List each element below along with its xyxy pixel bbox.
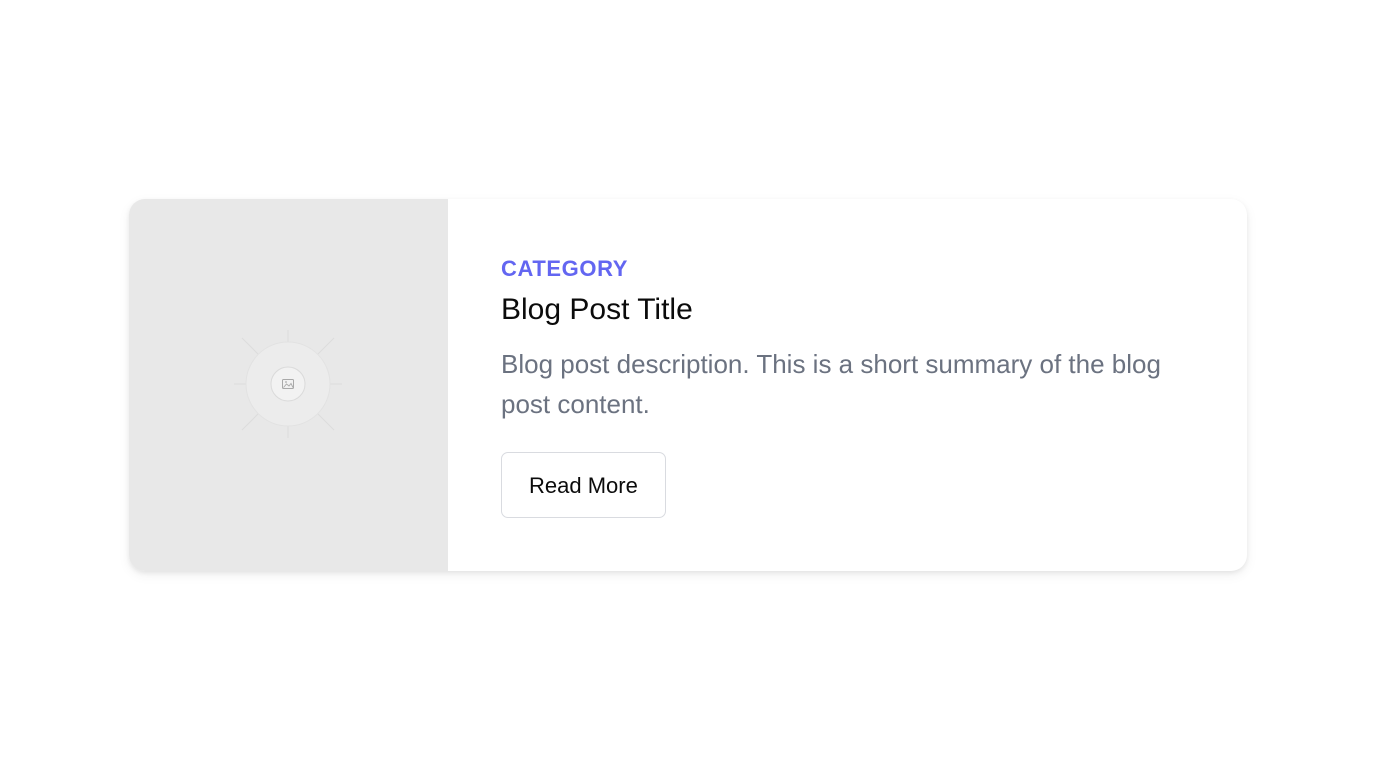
image-placeholder-icon xyxy=(234,330,342,438)
read-more-button[interactable]: Read More xyxy=(501,452,666,518)
post-title: Blog Post Title xyxy=(501,293,693,326)
post-image-placeholder xyxy=(129,199,448,571)
post-category: CATEGORY xyxy=(501,256,629,281)
post-content: CATEGORY Blog Post Title Blog post descr… xyxy=(448,199,1247,571)
post-description: Blog post description. This is a short s… xyxy=(501,349,1161,419)
blog-post-card: CATEGORY Blog Post Title Blog post descr… xyxy=(129,199,1247,571)
